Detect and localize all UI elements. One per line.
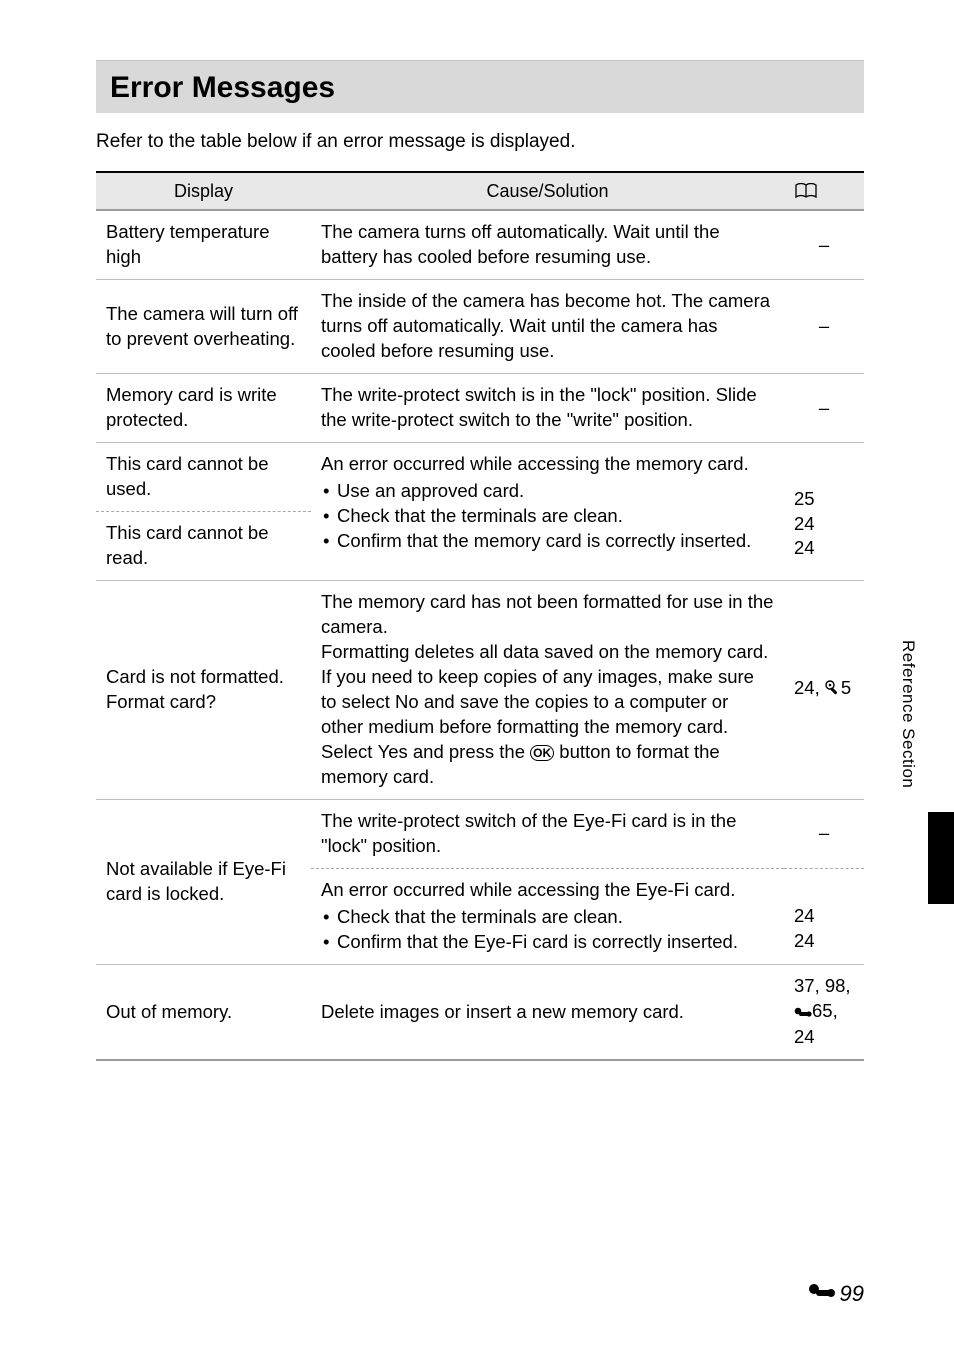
- ref-line: 24: [794, 904, 854, 929]
- text-span: and press the: [408, 741, 530, 762]
- table-row: Not available if Eye-Fi card is locked. …: [96, 799, 864, 868]
- table-row: Card is not formatted. Format card? The …: [96, 580, 864, 799]
- cell-ref: 24 24: [784, 868, 864, 964]
- ref-line: 24: [794, 1025, 854, 1050]
- list-item: Use an approved card.: [321, 479, 774, 504]
- col-cause-header: Cause/Solution: [311, 172, 784, 210]
- cell-display: Not available if Eye-Fi card is locked.: [96, 799, 311, 964]
- cell-ref: –: [784, 210, 864, 279]
- table-row: Memory card is write protected. The writ…: [96, 374, 864, 443]
- cause-lead: An error occurred while accessing the me…: [321, 453, 749, 474]
- error-messages-table: Display Cause/Solution Battery temperatu…: [96, 171, 864, 1061]
- ref-text: 5: [841, 677, 851, 698]
- cell-cause: The write-protect switch is in the "lock…: [311, 374, 784, 443]
- col-display-header: Display: [96, 172, 311, 210]
- cell-display: Card is not formatted. Format card?: [96, 580, 311, 799]
- reference-section-icon: [808, 1281, 836, 1307]
- ref-text: 24,: [794, 677, 825, 698]
- cell-ref: 24, 5: [784, 580, 864, 799]
- title-bar: Error Messages: [96, 60, 864, 113]
- ref-line: 24: [794, 929, 854, 954]
- cell-display: The camera will turn off to prevent over…: [96, 280, 311, 374]
- cell-ref: –: [784, 799, 864, 868]
- table-header-row: Display Cause/Solution: [96, 172, 864, 210]
- ref-line: 65,: [794, 999, 854, 1026]
- ok-button-icon: OK: [530, 745, 554, 761]
- wrench-bolt-icon: [825, 678, 841, 703]
- page-number: 99: [808, 1281, 864, 1307]
- page-title: Error Messages: [110, 71, 850, 105]
- table-row: Battery temperature high The camera turn…: [96, 210, 864, 279]
- reference-section-icon: [794, 1001, 812, 1026]
- cell-display: This card cannot be used.: [96, 443, 311, 512]
- list-item: Check that the terminals are clean.: [321, 905, 774, 930]
- ref-line: 24: [794, 512, 854, 537]
- cell-ref: –: [784, 374, 864, 443]
- bold-no: No: [395, 691, 419, 712]
- side-thumb-tab: [928, 812, 954, 904]
- cell-cause: The write-protect switch of the Eye-Fi c…: [311, 799, 784, 868]
- book-icon: [794, 183, 854, 199]
- list-item: Confirm that the Eye-Fi card is correctl…: [321, 930, 774, 955]
- cell-cause: An error occurred while accessing the Ey…: [311, 868, 784, 964]
- cell-ref: 25 24 24: [784, 443, 864, 581]
- page-number-text: 99: [840, 1281, 864, 1307]
- cell-display: Out of memory.: [96, 964, 311, 1060]
- cell-display: Memory card is write protected.: [96, 374, 311, 443]
- cell-cause: An error occurred while accessing the me…: [311, 443, 784, 581]
- ref-text: 65,: [812, 1000, 838, 1021]
- cell-cause: The inside of the camera has become hot.…: [311, 280, 784, 374]
- ref-line: 25: [794, 487, 854, 512]
- cause-bullets: Check that the terminals are clean. Conf…: [321, 905, 774, 955]
- cell-display: This card cannot be read.: [96, 512, 311, 581]
- intro-text: Refer to the table below if an error mes…: [96, 131, 864, 153]
- side-section-label: Reference Section: [898, 640, 918, 788]
- cause-paragraph: The memory card has not been formatted f…: [321, 590, 774, 640]
- cell-cause: The memory card has not been formatted f…: [311, 580, 784, 799]
- cause-paragraph: Formatting deletes all data saved on the…: [321, 640, 774, 790]
- table-row: The camera will turn off to prevent over…: [96, 280, 864, 374]
- bold-yes: Yes: [378, 741, 408, 762]
- ref-line: 24: [794, 536, 854, 561]
- ref-line: 37, 98,: [794, 974, 854, 999]
- cause-lead: An error occurred while accessing the Ey…: [321, 879, 735, 900]
- cell-display: Battery temperature high: [96, 210, 311, 279]
- table-row: This card cannot be used. An error occur…: [96, 443, 864, 512]
- cell-ref: –: [784, 280, 864, 374]
- cell-cause: Delete images or insert a new memory car…: [311, 964, 784, 1060]
- list-item: Check that the terminals are clean.: [321, 504, 774, 529]
- cell-ref: 37, 98, 65, 24: [784, 964, 864, 1060]
- table-row: Out of memory. Delete images or insert a…: [96, 964, 864, 1060]
- list-item: Confirm that the memory card is correctl…: [321, 529, 774, 554]
- cause-bullets: Use an approved card. Check that the ter…: [321, 479, 774, 554]
- col-ref-header: [784, 172, 864, 210]
- cell-cause: The camera turns off automatically. Wait…: [311, 210, 784, 279]
